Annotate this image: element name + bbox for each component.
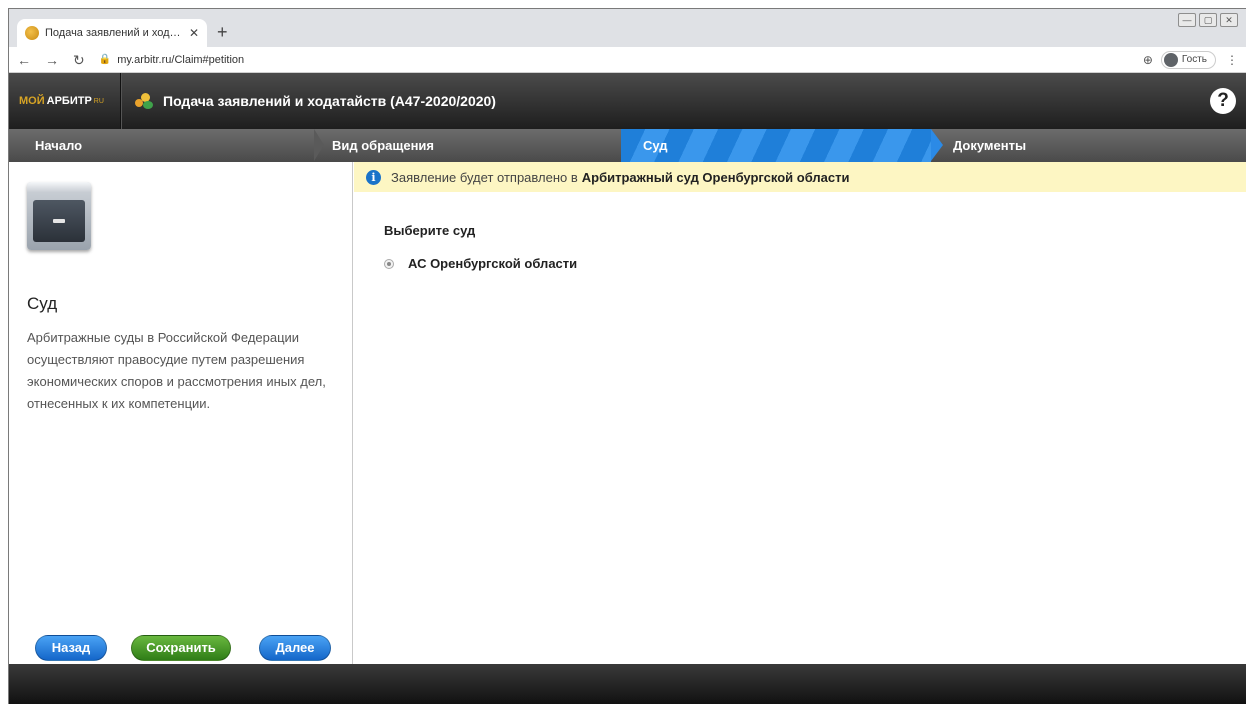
site-emblem-icon (25, 26, 39, 40)
file-cabinet-icon (27, 182, 91, 250)
tab-title: Подача заявлений и ходатайств (45, 27, 183, 39)
court-radio-button[interactable] (384, 258, 394, 269)
logo-part-2: АРБИТР (46, 95, 92, 107)
select-court-label: Выберите суд (384, 223, 476, 238)
info-notice: i Заявление будет отправлено в Арбитражн… (354, 162, 1246, 192)
sidebar-description: Арбитражные суды в Российской Федерации … (27, 330, 326, 411)
step-label: Документы (953, 138, 1027, 153)
step-label: Вид обращения (332, 138, 435, 153)
page-title-text: Подача заявлений и ходатайств (А47-2020/… (163, 93, 496, 109)
notice-text: Заявление будет отправлено в (391, 169, 578, 185)
browser-tab[interactable]: Подача заявлений и ходатайств ✕ (17, 19, 207, 47)
sidebar-title: Суд (27, 294, 58, 313)
close-tab-icon[interactable]: ✕ (189, 26, 199, 40)
app-header: МОЙ АРБИТР RU Подача заявлений и ходатай… (9, 73, 1246, 129)
back-button[interactable]: Назад (35, 635, 107, 661)
lock-icon[interactable]: 🔒 (99, 54, 111, 65)
court-option[interactable]: АС Оренбургской области (384, 256, 577, 271)
page-title: Подача заявлений и ходатайств (А47-2020/… (135, 93, 496, 109)
new-tab-button[interactable]: + (217, 23, 228, 41)
reload-icon[interactable]: ↻ (73, 53, 85, 67)
zoom-icon[interactable]: ⊕ (1143, 53, 1153, 67)
maximize-button[interactable]: ▢ (1199, 13, 1217, 27)
step-label: Суд (643, 138, 668, 153)
forward-arrow-icon[interactable]: → (45, 53, 59, 67)
step-court[interactable]: Суд (621, 129, 931, 162)
logo-part-1: МОЙ (19, 95, 45, 107)
step-separator (314, 129, 324, 161)
court-option-label[interactable]: АС Оренбургской области (408, 256, 577, 271)
url-field[interactable]: my.arbitr.ru/Claim#petition (117, 54, 1143, 66)
footer-bar (9, 664, 1246, 704)
window-controls: — ▢ ✕ (1178, 13, 1238, 27)
step-start[interactable]: Начало (9, 129, 314, 162)
save-button[interactable]: Сохранить (131, 635, 231, 661)
logo-part-3: RU (93, 97, 104, 105)
close-window-button[interactable]: ✕ (1220, 13, 1238, 27)
tab-strip: Подача заявлений и ходатайств ✕ + — ▢ ✕ (9, 9, 1246, 47)
profile-avatar-icon (1163, 52, 1178, 67)
wizard-steps: Начало Вид обращения Суд Документы (9, 129, 1246, 162)
step-documents[interactable]: Документы (943, 129, 1246, 162)
back-arrow-icon[interactable]: ← (17, 53, 31, 67)
people-icon (135, 93, 153, 109)
step-separator-active (931, 129, 943, 161)
sidebar: Суд Арбитражные суды в Российской Федера… (9, 162, 353, 664)
minimize-button[interactable]: — (1178, 13, 1196, 27)
step-label: Начало (35, 138, 83, 153)
main-content: i Заявление будет отправлено в Арбитражн… (354, 162, 1246, 664)
notice-court-name: Арбитражный суд Оренбургской области (581, 169, 850, 185)
next-button[interactable]: Далее (259, 635, 331, 661)
info-icon: i (366, 169, 381, 185)
step-request-type[interactable]: Вид обращения (324, 129, 621, 162)
guest-profile-button[interactable]: Гость (1160, 50, 1216, 69)
browser-menu-icon[interactable]: ⋮ (1226, 53, 1238, 67)
address-bar: ← → ↻ 🔒 my.arbitr.ru/Claim#petition ⊕ Го… (9, 47, 1246, 73)
logo[interactable]: МОЙ АРБИТР RU (9, 73, 121, 129)
help-icon[interactable]: ? (1210, 88, 1236, 114)
guest-label: Гость (1181, 54, 1207, 65)
browser-window: Подача заявлений и ходатайств ✕ + — ▢ ✕ … (8, 8, 1246, 704)
